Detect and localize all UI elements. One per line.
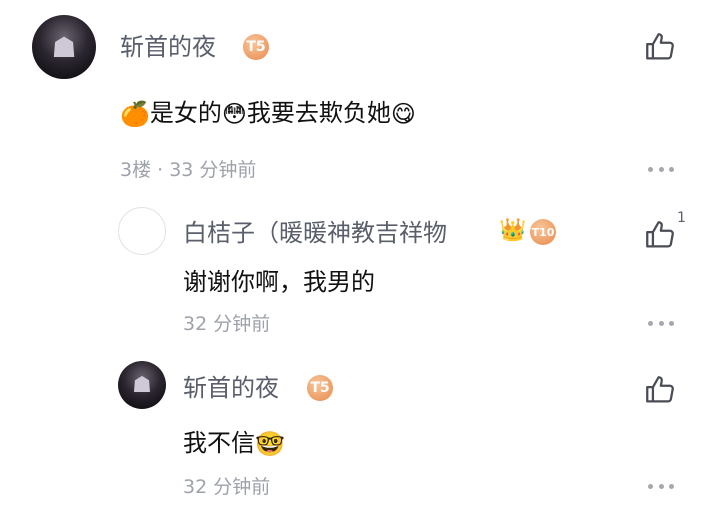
tangerine-emoji-icon: 🍊 (120, 100, 150, 128)
reply-meta: 32 分钟前 (183, 476, 271, 498)
tongue-emoji-icon: 😋 (390, 100, 416, 128)
comment-text-part: 是女的 (149, 99, 222, 127)
reply-author-name[interactable]: 斩首的夜 (183, 372, 279, 404)
reply-text: 谢谢你啊，我男的 (183, 268, 375, 296)
level-badge-icon: T10 (530, 219, 556, 245)
thumbs-up-icon[interactable] (643, 30, 677, 64)
avatar[interactable] (118, 207, 166, 255)
avatar-figure-icon: ☗ (51, 30, 77, 64)
more-dots-icon[interactable] (648, 321, 674, 329)
avatar[interactable]: ☗ (118, 361, 166, 409)
crown-icon: 👑 (499, 218, 527, 243)
like-count: 1 (677, 210, 686, 226)
nerd-emoji-icon: 🤓 (255, 430, 285, 458)
more-dots-icon[interactable] (648, 167, 674, 175)
flushed-emoji-icon: 😳 (221, 100, 247, 128)
reply-text-part: 我不信 (183, 429, 255, 457)
comment-text-part: 我要去欺负她 (246, 99, 391, 127)
thumbs-up-icon[interactable] (643, 373, 677, 407)
avatar-figure-icon: ☗ (132, 372, 152, 398)
comment-author-name[interactable]: 斩首的夜 (120, 31, 216, 63)
reply-text: 我不信🤓 (183, 426, 285, 461)
comment-meta: 3楼 · 33 分钟前 (120, 159, 257, 181)
level-badge-icon: T5 (243, 34, 269, 60)
reply-author-name[interactable]: 白桔子（暖暖神教吉祥物 (183, 217, 447, 249)
level-badge-icon: T5 (307, 375, 333, 401)
thumbs-up-icon[interactable] (643, 218, 677, 252)
more-dots-icon[interactable] (648, 484, 674, 492)
avatar[interactable]: ☗ (32, 15, 96, 79)
reply-meta: 32 分钟前 (183, 313, 271, 335)
comment-text: 🍊是女的😳我要去欺负她😋 (120, 96, 416, 131)
